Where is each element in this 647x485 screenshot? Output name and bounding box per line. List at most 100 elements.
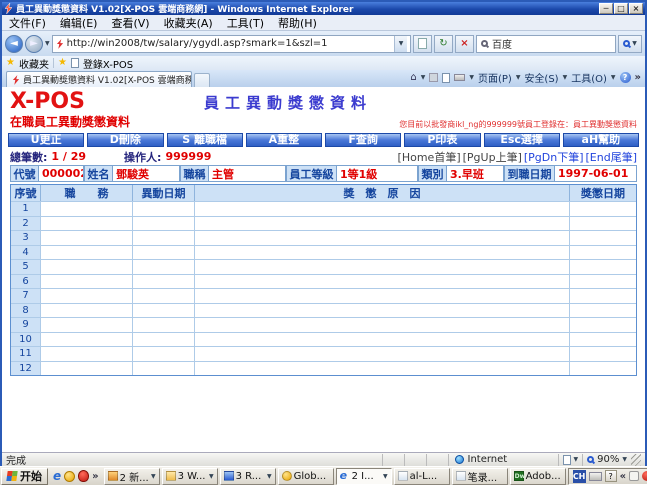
- qq-tray-icon[interactable]: [642, 471, 647, 481]
- cell-reason[interactable]: [195, 216, 570, 231]
- taskbar-button-notepad[interactable]: al-L...: [394, 468, 450, 485]
- back-button[interactable]: ◄: [5, 35, 23, 53]
- forward-button[interactable]: ►: [25, 35, 43, 53]
- cell-change-date[interactable]: [133, 346, 195, 361]
- ie-quicklaunch-icon[interactable]: e: [53, 469, 61, 483]
- history-dropdown-icon[interactable]: ▼: [45, 40, 50, 47]
- cell-change-date[interactable]: [133, 303, 195, 318]
- cell-change-date[interactable]: [133, 288, 195, 303]
- taskbar-button-ie-active[interactable]: e 2 I... ▼: [336, 468, 392, 485]
- resize-grip[interactable]: [631, 454, 641, 466]
- qq-coin-icon[interactable]: [64, 471, 75, 482]
- taskbar-button-global[interactable]: Glob...: [278, 468, 334, 485]
- cell-reason[interactable]: [195, 332, 570, 347]
- cell-change-date[interactable]: [133, 317, 195, 332]
- cell-reward-date[interactable]: [570, 201, 636, 216]
- cell-reward-date[interactable]: [570, 361, 636, 376]
- cell-change-date[interactable]: [133, 201, 195, 216]
- new-tab-button[interactable]: [194, 73, 210, 87]
- zoom-control[interactable]: 90% ▼: [582, 454, 631, 466]
- taskbar-button-group-new[interactable]: 2 新... ▼: [104, 468, 160, 485]
- help-icon[interactable]: ?: [620, 72, 631, 83]
- cell-reason[interactable]: [195, 245, 570, 260]
- code-field[interactable]: 000002: [38, 165, 84, 182]
- hire-date-field[interactable]: 1997-06-01: [554, 165, 637, 182]
- stop-button[interactable]: ×: [455, 35, 474, 53]
- cell-change-date[interactable]: [133, 245, 195, 260]
- search-box[interactable]: 百度: [476, 35, 616, 53]
- job-title-field[interactable]: 主管: [208, 165, 286, 182]
- cell-reason[interactable]: [195, 259, 570, 274]
- taskbar-button-notes[interactable]: 笔录...: [452, 468, 508, 485]
- cell-reason[interactable]: [195, 201, 570, 216]
- language-indicator[interactable]: CH: [573, 470, 586, 483]
- taskbar-button-adobe[interactable]: Dw Adob...: [510, 468, 566, 485]
- safety-menu-button[interactable]: 安全(S): [524, 70, 558, 85]
- close-button[interactable]: ×: [629, 3, 643, 14]
- search-options-button[interactable]: ▼: [618, 35, 642, 53]
- rebuild-button[interactable]: A重整: [246, 133, 322, 147]
- taskbar-button-group-folders[interactable]: 3 W... ▼: [162, 468, 218, 485]
- table-row[interactable]: 2: [11, 216, 636, 231]
- menu-help[interactable]: 帮助(H): [271, 15, 324, 31]
- table-row[interactable]: 1: [11, 201, 636, 216]
- taskbar-button-group-remote[interactable]: 3 R... ▼: [220, 468, 276, 485]
- table-row[interactable]: 10: [11, 332, 636, 347]
- cell-reward-date[interactable]: [570, 245, 636, 260]
- active-tab[interactable]: 員工異動獎懲資料 V1.02[X-POS 雲端商務網]: [6, 71, 192, 87]
- cell-change-date[interactable]: [133, 274, 195, 289]
- cell-reward-date[interactable]: [570, 259, 636, 274]
- cell-reason[interactable]: [195, 303, 570, 318]
- name-field[interactable]: 鄧駿英: [112, 165, 180, 182]
- menu-favorites[interactable]: 收藏夹(A): [157, 15, 220, 31]
- page-menu-button[interactable]: 页面(P): [478, 70, 512, 85]
- print-dropdown-icon[interactable]: ▼: [469, 74, 474, 81]
- print-icon[interactable]: [454, 74, 465, 81]
- esc-select-button[interactable]: Esc選擇: [484, 133, 560, 147]
- category-field[interactable]: 3.早班: [446, 165, 504, 182]
- table-row[interactable]: 6: [11, 274, 636, 289]
- help-tray-icon[interactable]: ?: [605, 470, 617, 482]
- cell-duty[interactable]: [41, 288, 133, 303]
- cell-reason[interactable]: [195, 288, 570, 303]
- cell-reward-date[interactable]: [570, 303, 636, 318]
- favorites-button[interactable]: 收藏夹: [19, 56, 49, 71]
- menu-edit[interactable]: 编辑(E): [53, 15, 105, 31]
- favorite-link-login-xpos[interactable]: 登錄X-POS: [83, 56, 133, 71]
- table-row[interactable]: 9: [11, 317, 636, 332]
- read-mail-icon[interactable]: [442, 73, 450, 83]
- table-row[interactable]: 5: [11, 259, 636, 274]
- go-button[interactable]: [413, 35, 432, 53]
- add-favorite-icon[interactable]: ★: [58, 58, 67, 68]
- qq-penguin-icon[interactable]: [78, 470, 89, 482]
- grade-field[interactable]: 1等1級: [336, 165, 418, 182]
- cell-duty[interactable]: [41, 245, 133, 260]
- menu-tools[interactable]: 工具(T): [220, 15, 271, 31]
- quicklaunch-overflow-icon[interactable]: »: [92, 471, 98, 482]
- table-row[interactable]: 8: [11, 303, 636, 318]
- cell-duty[interactable]: [41, 317, 133, 332]
- cell-duty[interactable]: [41, 361, 133, 376]
- table-row[interactable]: 3: [11, 230, 636, 245]
- print-report-button[interactable]: P印表: [404, 133, 480, 147]
- cell-change-date[interactable]: [133, 230, 195, 245]
- cell-reward-date[interactable]: [570, 332, 636, 347]
- address-bar[interactable]: ▼: [52, 35, 411, 53]
- update-button[interactable]: U更正: [8, 133, 84, 147]
- cell-reward-date[interactable]: [570, 346, 636, 361]
- cell-reward-date[interactable]: [570, 274, 636, 289]
- cell-duty[interactable]: [41, 201, 133, 216]
- cell-change-date[interactable]: [133, 259, 195, 274]
- tray-expand-icon[interactable]: «: [620, 471, 626, 482]
- refresh-button[interactable]: ↻: [434, 35, 453, 53]
- cell-duty[interactable]: [41, 332, 133, 347]
- cell-reward-date[interactable]: [570, 216, 636, 231]
- printer-tray-icon[interactable]: [589, 472, 602, 481]
- table-row[interactable]: 4: [11, 245, 636, 260]
- start-button[interactable]: 开始: [1, 468, 48, 485]
- protected-mode-pane[interactable]: ▼: [558, 454, 583, 466]
- cell-reason[interactable]: [195, 346, 570, 361]
- help-button[interactable]: aH幫助: [563, 133, 639, 147]
- cell-change-date[interactable]: [133, 216, 195, 231]
- address-dropdown-icon[interactable]: ▼: [394, 36, 407, 52]
